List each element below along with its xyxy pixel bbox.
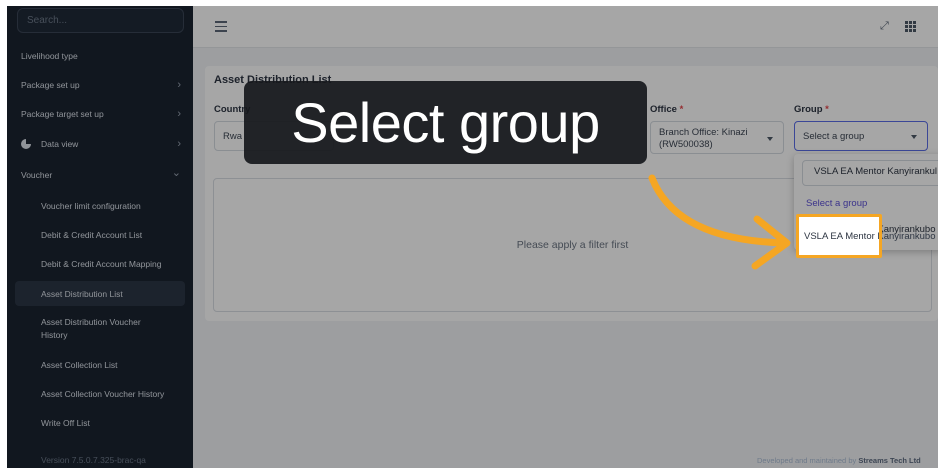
sidebar-subitem-debit-credit-mapping[interactable]: Debit & Credit Account Mapping [15,252,185,276]
sidebar-subitem-label: Debit & Credit Account Mapping [41,259,162,269]
sidebar-item-label: Voucher [21,170,53,180]
sidebar-item-data-view[interactable]: Data view › [7,131,193,157]
sidebar-item-label: Package target set up [21,109,104,119]
curved-arrow-icon [648,174,791,270]
sidebar-subitem-label: Debit & Credit Account List [41,230,143,240]
office-select[interactable]: Branch Office: Kinazi (RW500038) [650,121,784,154]
group-option[interactable]: VSLA EA Mentor Kanyirankul [802,160,938,186]
group-label: Group * [794,104,829,115]
sidebar-subitem-asset-collection-voucher-history[interactable]: Asset Collection Voucher History [15,382,185,406]
sidebar-item-package-target-set-up[interactable]: Package target set up › [7,101,193,127]
office-label: Office * [650,104,684,115]
sidebar-subitem-asset-distribution-voucher-history[interactable]: Asset Distribution Voucher History [15,314,185,344]
sidebar-subitem-label: Voucher limit configuration [41,201,141,211]
chevron-right-icon: › [177,138,181,150]
chevron-down-icon [767,137,773,141]
instruction-tooltip: Select group [244,81,647,164]
chevron-down-icon [911,135,917,139]
sidebar-item-label: Data view [41,139,79,149]
sidebar-subitem-voucher-limit[interactable]: Voucher limit configuration [15,194,185,218]
sidebar-subitem-label: Asset Distribution Voucher History [41,317,141,340]
version-label: Version 7.5.0.7.325-brac-qa [41,455,146,465]
sidebar: Livelihood type Package set up › Package… [7,6,193,468]
chevron-right-icon: › [177,108,181,120]
sidebar-item-voucher[interactable]: Voucher ⌄ [7,162,193,188]
pie-chart-icon [21,139,31,149]
sidebar-subitem-asset-distribution-list[interactable]: Asset Distribution List [15,281,185,306]
sidebar-subitem-asset-collection-list[interactable]: Asset Collection List [15,353,185,377]
search-box[interactable] [17,8,184,33]
chevron-down-icon: ⌄ [171,167,181,179]
hamburger-icon[interactable] [215,21,227,32]
grid-icon[interactable] [905,21,916,32]
sidebar-subitem-debit-credit-list[interactable]: Debit & Credit Account List [15,223,185,247]
sidebar-item-label: Package set up [21,80,80,90]
footer-company: Streams Tech Ltd [858,456,921,465]
footer-credit: Developed and maintained by Streams Tech… [757,456,921,465]
chevron-right-icon: › [177,79,181,91]
app-window: Livelihood type Package set up › Package… [7,6,938,468]
sidebar-subitem-write-off-list[interactable]: Write Off List [15,411,185,435]
sidebar-item-label: Livelihood type [21,51,78,61]
group-select[interactable]: Select a group [794,121,928,151]
group-dropdown-placeholder[interactable]: Select a group [806,198,867,209]
sidebar-item-livelihood-type[interactable]: Livelihood type [7,43,193,69]
footer-prefix: Developed and maintained by [757,456,859,465]
sidebar-subitem-label: Asset Collection Voucher History [41,389,165,399]
sidebar-item-package-set-up[interactable]: Package set up › [7,72,193,98]
search-input[interactable] [18,9,183,32]
sidebar-subitem-label: Asset Distribution List [41,288,123,299]
highlight-box [796,214,882,258]
top-bar: ⤢ [193,6,938,48]
office-value-line1: Branch Office: Kinazi [659,127,748,138]
sidebar-subitem-label: Write Off List [41,418,90,428]
sidebar-subitem-label: Asset Collection List [41,360,118,370]
office-value-line2: (RW500038) [659,139,713,150]
fullscreen-icon[interactable]: ⤢ [880,21,891,32]
